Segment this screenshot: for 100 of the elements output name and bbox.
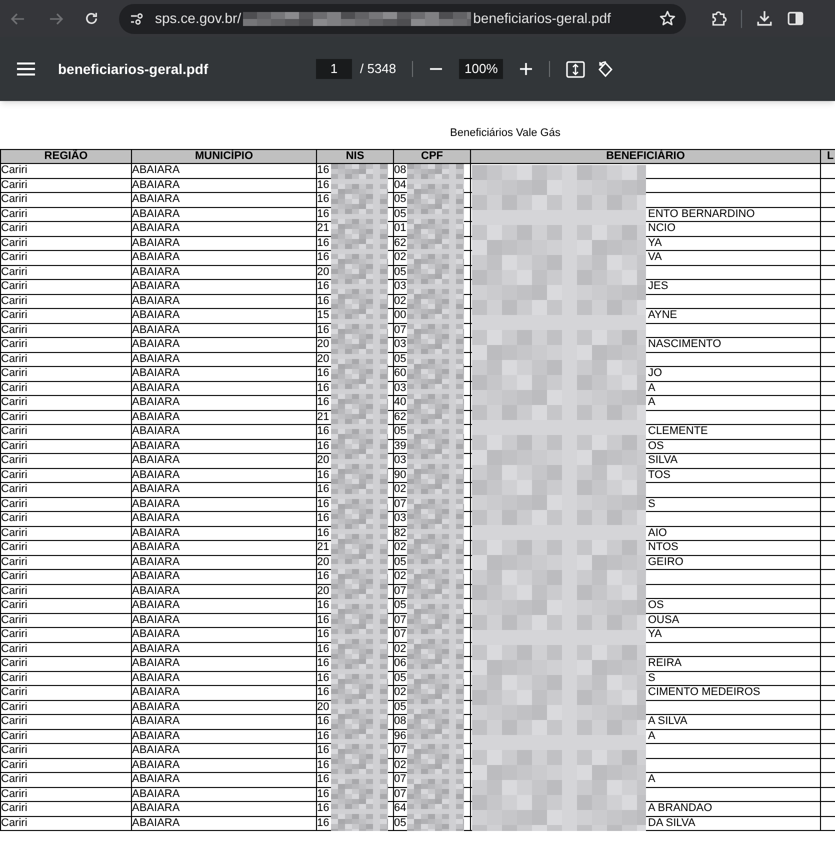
table-cell: 16 (318, 628, 330, 640)
table-cell: Cariri (2, 410, 28, 423)
table-cell: A (648, 773, 656, 786)
table-cell: 21 (318, 410, 330, 423)
table-cell: 07 (394, 628, 406, 640)
table-cell: 16 (318, 294, 330, 307)
table-cell: OS (648, 599, 664, 612)
table-cell: 16 (318, 570, 330, 582)
table-cell: 05 (394, 425, 406, 438)
table-cell: 02 (394, 758, 406, 771)
table-cell: 16 (318, 758, 330, 771)
table-cell: 20 (318, 352, 330, 365)
table-cell: 07 (394, 324, 406, 336)
table-cell: 16 (318, 730, 330, 742)
table-cell: 16 (318, 193, 330, 206)
rotate-icon[interactable] (596, 60, 616, 78)
table-cell: 03 (394, 512, 406, 524)
table-cell: Cariri (2, 294, 28, 307)
table-cell: 16 (318, 367, 330, 380)
table-cell: 16 (318, 396, 330, 408)
menu-icon[interactable] (17, 62, 35, 76)
table-cell: ENTO BERNARDINO (648, 208, 755, 220)
table-cell: 03 (394, 454, 406, 466)
table-cell: 05 (394, 816, 406, 829)
table-cell: 04 (394, 178, 406, 191)
column-header: REGIÃO (44, 150, 88, 162)
report-title: Beneficiários Vale Gás (449, 126, 562, 141)
table-cell: Cariri (2, 483, 28, 496)
table-cell: Cariri (2, 700, 28, 713)
table-cell: Cariri (2, 657, 28, 670)
table-cell: 21 (318, 541, 330, 554)
site-info-icon[interactable] (129, 10, 145, 26)
table-cell: 16 (318, 498, 330, 510)
reload-icon[interactable] (84, 11, 99, 26)
table-cell: YA (648, 628, 662, 640)
table-cell: Cariri (2, 396, 28, 408)
table-cell: Cariri (2, 425, 28, 438)
table-cell: A BRANDAO (648, 802, 712, 814)
table-cell: Cariri (2, 193, 28, 206)
table-cell: 21 (318, 222, 330, 234)
table-cell: 20 (318, 338, 330, 350)
address-bar[interactable]: sps.ce.gov.br/ beneficiarios-geral.pdf (119, 4, 686, 34)
table-cell: Cariri (2, 788, 28, 800)
table-cell: 16 (318, 672, 330, 684)
table-cell: 16 (318, 788, 330, 800)
table-cell: Cariri (2, 541, 28, 554)
table-cell: Cariri (2, 251, 28, 264)
puzzle-icon[interactable] (710, 10, 727, 27)
table-cell: 16 (318, 526, 330, 539)
table-cell: A (648, 382, 656, 394)
table-cell: 62 (394, 410, 406, 423)
table-cell: 01 (394, 222, 406, 234)
table-cell: Cariri (2, 440, 28, 452)
table-cell: NCIO (648, 222, 676, 234)
table-cell: Cariri (2, 614, 28, 626)
table-cell: 07 (394, 498, 406, 510)
table-cell: TOS (648, 468, 670, 481)
download-icon[interactable] (756, 10, 773, 27)
table-cell: 07 (394, 773, 406, 786)
table-cell: 05 (394, 556, 406, 568)
side-panel-icon[interactable] (787, 10, 804, 27)
column-header: BENEFICIÁRIO (606, 150, 685, 162)
table-cell: 08 (394, 715, 406, 728)
table-cell: 60 (394, 367, 406, 380)
table-cell: Cariri (2, 236, 28, 249)
star-icon[interactable] (659, 10, 676, 27)
table-cell: YA (648, 236, 662, 249)
table-cell: 16 (318, 744, 330, 756)
zoom-field[interactable]: 100% (459, 59, 504, 79)
table-cell: Cariri (2, 324, 28, 336)
table-cell: 16 (318, 324, 330, 336)
forward-icon[interactable] (48, 10, 64, 26)
zoom-in-icon[interactable] (519, 62, 534, 76)
column-header: CPF (421, 150, 443, 162)
table-cell: Cariri (2, 816, 28, 829)
table-cell: Cariri (2, 526, 28, 539)
table-cell: 16 (318, 483, 330, 496)
table-cell: 64 (394, 802, 406, 814)
table-cell: 20 (318, 556, 330, 568)
table-cell: Cariri (2, 628, 28, 640)
table-cell: 16 (318, 164, 330, 176)
table-cell: CLEMENTE (648, 425, 708, 438)
table-cell: Cariri (2, 570, 28, 582)
back-icon[interactable] (10, 10, 26, 26)
table-cell: Cariri (2, 338, 28, 350)
table-cell: NTOS (648, 541, 678, 554)
table-cell: 16 (318, 686, 330, 698)
table-cell: NASCIMENTO (648, 338, 722, 350)
column-header: L (827, 150, 834, 162)
table-cell: JES (648, 280, 668, 292)
table-cell: 96 (394, 730, 406, 742)
table-cell: 20 (318, 454, 330, 466)
fit-page-icon[interactable] (566, 60, 586, 78)
table-cell: VA (648, 251, 662, 264)
page-number-field[interactable]: 1 (316, 59, 352, 79)
table-cell: Cariri (2, 178, 28, 191)
table-cell: 02 (394, 483, 406, 496)
table-cell: 16 (318, 512, 330, 524)
table-cell: Cariri (2, 672, 28, 684)
table-cell: OS (648, 440, 664, 452)
